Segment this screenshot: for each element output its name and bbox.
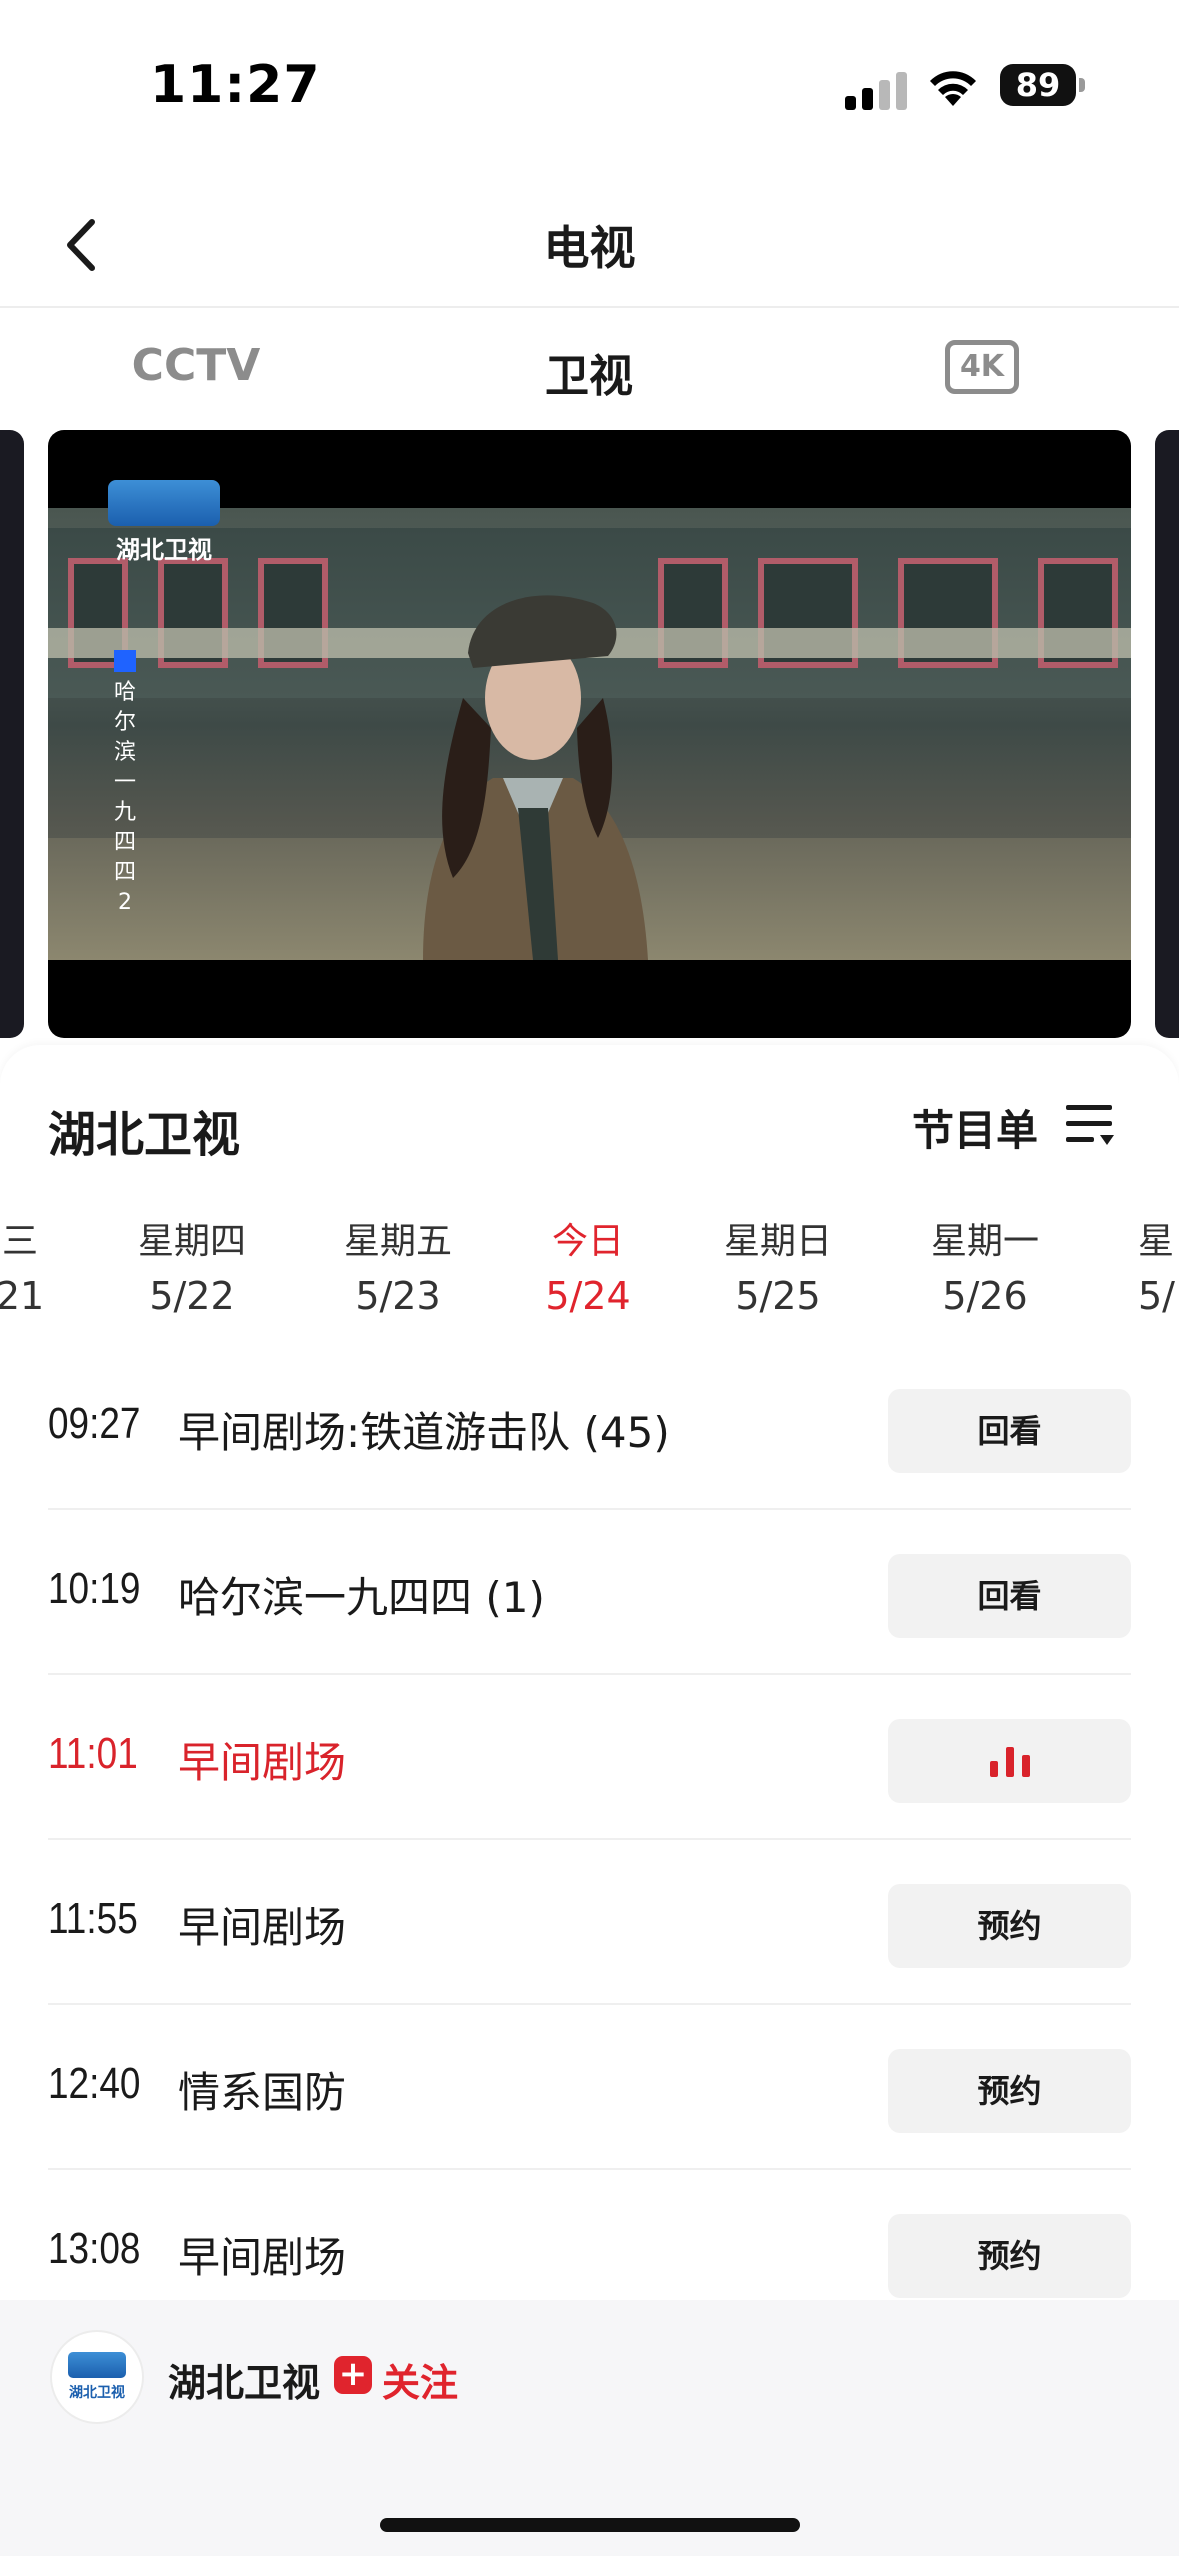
channel-avatar[interactable]: 湖北卫视 [52, 2332, 142, 2422]
replay-button[interactable]: 回看 [888, 1389, 1131, 1473]
date-selector: 三 21 星期四 5/22 星期五 5/23 今日 5/24 星期日 5/25 星期一 5/… [0, 1215, 1179, 1335]
home-indicator[interactable] [380, 2518, 800, 2532]
program-title: 哈尔滨一九四四 (1) [178, 1573, 545, 1622]
channel-logo: 湖北卫视 [108, 480, 220, 564]
status-bar: 11:27 89 [0, 0, 1179, 150]
page-title: 电视 [543, 221, 636, 275]
day-item[interactable]: 星期四 5/22 [112, 1215, 272, 1323]
category-tabs: CCTV 卫视 4K [0, 310, 1179, 430]
program-row[interactable]: 10:19 哈尔滨一九四四 (1) 回看 [48, 1510, 1131, 1675]
battery-nub [1079, 78, 1085, 92]
footer-channel-name[interactable]: 湖北卫视 [168, 2352, 320, 2407]
video-frame [48, 508, 1131, 960]
now-playing-button[interactable] [888, 1719, 1131, 1803]
day-item[interactable]: 三 21 [0, 1215, 100, 1323]
follow-button[interactable]: 关注 [382, 2352, 458, 2407]
schedule-list-icon[interactable] [1064, 1099, 1116, 1151]
tab-cctv[interactable]: CCTV [76, 340, 316, 391]
program-title: 早间剧场:铁道游击队 (45) [178, 1408, 670, 1457]
program-time: 12:40 [48, 2059, 141, 2108]
reserve-button[interactable]: 预约 [888, 2214, 1131, 2298]
tv-guide-screen: 11:27 89 电视 CCTV 卫视 4K 湖北卫视 哈 尔 滨 一 九 四 … [0, 0, 1179, 2556]
day-item[interactable]: 星期日 5/25 [698, 1215, 858, 1323]
schedule-link[interactable]: 节目单 [912, 1097, 1038, 1158]
tab-satellite[interactable]: 卫视 [469, 340, 709, 404]
video-player[interactable]: 湖北卫视 哈 尔 滨 一 九 四 四 2 [48, 430, 1131, 1038]
nav-bar: 电视 [0, 180, 1179, 308]
battery-icon: 89 [1000, 64, 1076, 106]
cellular-signal-icon [845, 68, 909, 110]
now-playing-icon [990, 1747, 1030, 1777]
replay-button[interactable]: 回看 [888, 1554, 1131, 1638]
program-row[interactable]: 12:40 情系国防 预约 [48, 2005, 1131, 2170]
program-list: 09:27 早间剧场:铁道游击队 (45) 回看 10:19 哈尔滨一九四四 (… [48, 1345, 1131, 2335]
day-item[interactable]: 星期五 5/23 [318, 1215, 478, 1323]
plus-icon[interactable]: + [334, 2356, 372, 2394]
reserve-button[interactable]: 预约 [888, 2049, 1131, 2133]
status-time: 11:27 [150, 55, 321, 115]
program-time: 10:19 [48, 1564, 141, 1613]
program-vertical-title: 哈 尔 滨 一 九 四 四 2 [110, 650, 140, 918]
wifi-icon [930, 71, 976, 106]
day-item[interactable]: 星 5/ [1110, 1215, 1179, 1323]
program-title: 早间剧场 [178, 2233, 347, 2282]
next-channel-card[interactable] [1155, 430, 1179, 1038]
channel-name: 湖北卫视 [48, 1107, 241, 1163]
program-row[interactable]: 11:55 早间剧场 预约 [48, 1840, 1131, 2005]
prev-channel-card[interactable] [0, 430, 24, 1038]
program-title: 早间剧场 [178, 1903, 347, 1952]
reserve-button[interactable]: 预约 [888, 1884, 1131, 1968]
program-time: 11:01 [48, 1729, 138, 1778]
tab-4k[interactable]: 4K [945, 340, 1019, 394]
program-time: 13:08 [48, 2224, 141, 2273]
program-row[interactable]: 09:27 早间剧场:铁道游击队 (45) 回看 [48, 1345, 1131, 1510]
program-title: 早间剧场 [178, 1738, 347, 1787]
program-title: 情系国防 [178, 2068, 347, 2117]
day-item-today[interactable]: 今日 5/24 [508, 1215, 668, 1323]
actress-figure [423, 595, 648, 960]
program-row-live[interactable]: 11:01 早间剧场 [48, 1675, 1131, 1840]
program-time: 11:55 [48, 1894, 138, 1943]
program-time: 09:27 [48, 1399, 141, 1448]
day-item[interactable]: 星期一 5/26 [905, 1215, 1065, 1323]
